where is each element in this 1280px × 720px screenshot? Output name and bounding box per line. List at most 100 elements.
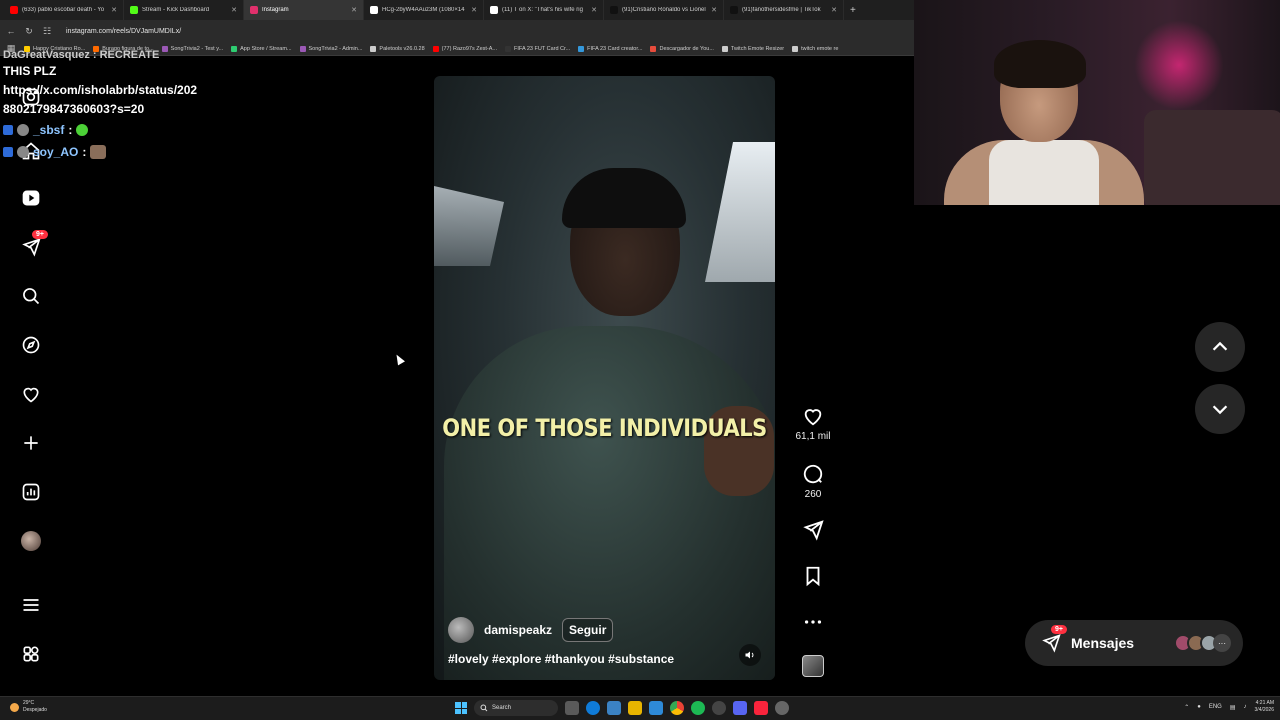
author-avatar[interactable]: [448, 617, 474, 643]
comment-count: 260: [804, 489, 822, 500]
discord-icon[interactable]: [733, 701, 747, 715]
tab-close-icon[interactable]: ✕: [351, 6, 357, 14]
bookmark-item[interactable]: (77) Razo97s Zest-A...: [432, 45, 497, 52]
bookmark-item[interactable]: FIFA 23 Card creator...: [578, 45, 643, 52]
search-icon[interactable]: [20, 285, 42, 307]
file-explorer-icon[interactable]: [628, 701, 642, 715]
video-person-beanie: [562, 168, 686, 228]
messages-send-icon: 9+: [1041, 625, 1067, 653]
bookmark-favicon-icon: [370, 45, 377, 52]
taskbar-search[interactable]: Search: [474, 700, 558, 716]
tab-close-icon[interactable]: ✕: [831, 6, 837, 14]
chrome-icon[interactable]: [670, 701, 684, 715]
tab-close-icon[interactable]: ✕: [711, 6, 717, 14]
save-bookmark-icon[interactable]: [790, 565, 836, 587]
emote-icon: [76, 124, 89, 136]
more-options-icon[interactable]: [790, 611, 836, 633]
bookmark-item[interactable]: SongTrivia2 - Admin...: [299, 45, 362, 52]
bookmark-label: Descargador de You...: [659, 45, 714, 52]
bookmark-item[interactable]: FIFA 23 FUT Card Cr...: [505, 45, 571, 52]
previous-reel-button[interactable]: [1195, 322, 1245, 372]
bookmark-label: FIFA 23 FUT Card Cr...: [514, 45, 571, 52]
audio-thumbnail[interactable]: [790, 655, 836, 677]
next-reel-button[interactable]: [1195, 384, 1245, 434]
reload-icon[interactable]: ↻: [24, 26, 34, 37]
microphone-icon[interactable]: ●: [1197, 704, 1201, 710]
heart-icon: [804, 409, 822, 426]
new-tab-button[interactable]: +: [844, 5, 862, 16]
browser-tab-bar: (633) pablo escobar death - Yo ✕ Stream - …: [0, 0, 914, 20]
reel-hashtags[interactable]: #lovely #explore #thankyou #substance: [448, 652, 674, 666]
profile-avatar[interactable]: [20, 530, 42, 552]
browser-tab[interactable]: (11) T on X: "That's his wife rig ✕: [484, 0, 604, 20]
share-icon[interactable]: [790, 519, 836, 541]
wifi-icon[interactable]: ▤: [1230, 704, 1236, 711]
notifications-heart-icon[interactable]: [20, 383, 42, 405]
messages-nav-icon[interactable]: 9+: [20, 230, 48, 258]
comment-action[interactable]: 260: [790, 463, 836, 500]
bookmark-item[interactable]: Twitch Emote Resizer: [721, 45, 784, 52]
tab-title: Instagram: [262, 7, 289, 13]
obs-icon[interactable]: [712, 701, 726, 715]
bookmark-label: App Store / Stream...: [240, 45, 292, 52]
edge-icon[interactable]: [586, 701, 600, 715]
chevron-up-icon[interactable]: ⌃: [1184, 704, 1189, 711]
like-action[interactable]: 61,1 mil: [790, 405, 836, 442]
taskbar-search-label: Search: [492, 705, 512, 711]
clock[interactable]: 4:21 AM 3/4/2026: [1255, 700, 1274, 714]
taskbar-apps: Search: [455, 700, 789, 716]
task-view-icon[interactable]: [565, 701, 579, 715]
author-name[interactable]: damispeakz: [484, 623, 552, 637]
browser-tab[interactable]: (91)fanothersidesfme | TikTok ✕: [724, 0, 844, 20]
reel-video[interactable]: ONE OF THOSE INDIVIDUALS damispeakz Segu…: [434, 76, 775, 680]
app-icon[interactable]: [775, 701, 789, 715]
tab-close-icon[interactable]: ✕: [111, 6, 117, 14]
more-menu-icon[interactable]: [20, 594, 42, 616]
bookmark-item[interactable]: Descargador de You...: [650, 45, 714, 52]
explore-icon[interactable]: [20, 334, 42, 356]
store-icon[interactable]: [607, 701, 621, 715]
reels-icon[interactable]: [20, 187, 42, 209]
chat-message-line: THIS PLZ: [3, 64, 57, 78]
weather-widget[interactable]: 29°C Despejado: [10, 700, 47, 714]
outlook-icon[interactable]: [649, 701, 663, 715]
browser-tab[interactable]: (91)Cristiano Ronaldo vs Lionel ✕: [604, 0, 724, 20]
tab-close-icon[interactable]: ✕: [231, 6, 237, 14]
badge-icon: [17, 146, 29, 158]
tab-close-icon[interactable]: ✕: [471, 6, 477, 14]
browser-tab[interactable]: (633) pablo escobar death - Yo ✕: [4, 0, 124, 20]
chat-username: _sbsf: [33, 122, 65, 137]
back-icon[interactable]: ←: [6, 26, 16, 36]
spotify-icon[interactable]: [691, 701, 705, 715]
windows-start-icon[interactable]: [455, 702, 467, 714]
language-indicator[interactable]: ENG: [1209, 704, 1222, 710]
browser-tab[interactable]: Stream - Kick Dashboard ✕: [124, 0, 244, 20]
tab-favicon-icon: [10, 6, 18, 14]
volume-icon[interactable]: ♪: [1244, 704, 1247, 710]
dashboard-icon[interactable]: [20, 481, 42, 503]
url-field[interactable]: instagram.com/reels/DVJamUMDILx/: [60, 24, 187, 38]
bookmark-item[interactable]: twitch emote re: [792, 45, 838, 52]
tab-title: (91)Cristiano Ronaldo vs Lionel: [622, 7, 706, 13]
follow-button[interactable]: Seguir: [562, 618, 614, 642]
also-from-meta-icon[interactable]: [20, 643, 42, 665]
volume-icon[interactable]: [739, 644, 761, 666]
video-caption-overlay: ONE OF THOSE INDIVIDUALS: [442, 414, 767, 442]
bookmark-favicon-icon: [432, 45, 439, 52]
tab-close-icon[interactable]: ✕: [591, 6, 597, 14]
browser-tab[interactable]: Instagram ✕: [244, 0, 364, 20]
messages-pill[interactable]: 9+ Mensajes ···: [1025, 620, 1243, 666]
bookmark-label: FIFA 23 Card creator...: [587, 45, 643, 52]
tab-favicon-icon: [130, 6, 138, 14]
message-avatars: ···: [1174, 634, 1231, 652]
reel-author-row: damispeakz Seguir: [448, 617, 614, 643]
bookmark-item[interactable]: Paletools v26.0.28: [370, 45, 425, 52]
site-info-icon[interactable]: ☷: [42, 26, 52, 37]
tab-favicon-icon: [610, 6, 618, 14]
browser-tab[interactable]: HCg-2byW4AAuz3M (1080×14 ✕: [364, 0, 484, 20]
streamer-hair: [994, 40, 1086, 88]
music-icon[interactable]: [754, 701, 768, 715]
chat-message-line: 8802179847360603?s=20: [3, 102, 145, 116]
create-plus-icon[interactable]: [20, 432, 42, 454]
streamer-webcam: [914, 0, 1280, 205]
